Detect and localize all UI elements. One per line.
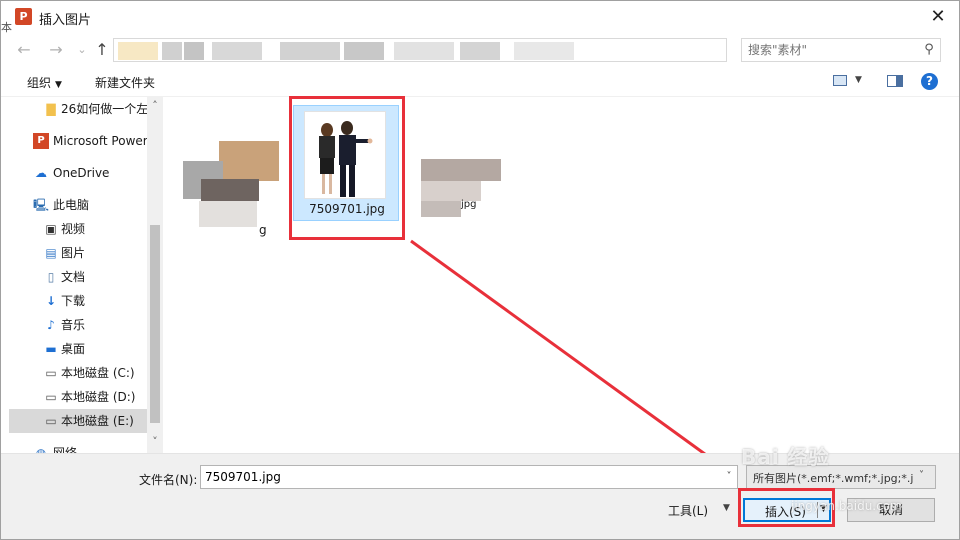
filename-input[interactable] — [205, 469, 715, 485]
filename-field[interactable]: ˅ — [200, 465, 738, 489]
baidu-watermark-url: jingyan.baidu.com — [791, 499, 902, 513]
tools-caret-icon[interactable]: ▼ — [723, 503, 730, 513]
filename-label: 文件名(N): — [139, 473, 198, 487]
file-type-value: 所有图片(*.emf;*.wmf;*.jpg;*.j — [753, 472, 913, 485]
insert-picture-dialog: P 插入图片 ✕ 本 ← → ⌄ ↑ ⌄ ↻ ⚲ 组织▼ — [0, 0, 960, 540]
baidu-watermark: Bai 经验 — [741, 445, 830, 469]
tools-button[interactable]: 工具(L) — [668, 502, 708, 519]
filename-dropdown-icon[interactable]: ˅ — [722, 468, 736, 486]
chevron-down-icon: ˅ — [919, 470, 924, 481]
